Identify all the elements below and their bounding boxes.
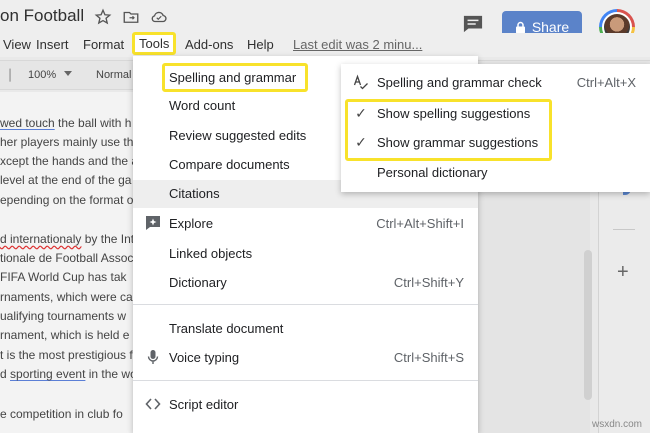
- cloud-saved-icon[interactable]: [150, 8, 168, 26]
- menu-item-label: Word count: [169, 98, 236, 113]
- grammar-suggestion-mark[interactable]: sporting event: [10, 367, 85, 381]
- menu-item-shortcut: Ctrl+Alt+Shift+I: [376, 216, 464, 231]
- spellcheck-icon: [353, 74, 368, 90]
- menu-item-label: Spelling and grammar: [169, 70, 297, 85]
- menu-help[interactable]: Help: [244, 34, 277, 55]
- menu-item-label: Explore: [169, 216, 214, 231]
- menu-separator: [133, 304, 478, 305]
- explore-icon: [146, 216, 160, 230]
- document-line: t is the most prestigious f: [0, 348, 133, 362]
- title-bar: on Football Share: [0, 0, 650, 45]
- menu-item-translate-document[interactable]: Translate document: [133, 315, 478, 343]
- submenu-item-label: Spelling and grammar check: [377, 75, 542, 90]
- menu-view[interactable]: View: [0, 34, 34, 55]
- side-divider: [613, 229, 635, 230]
- toolbar-paint-format-icon[interactable]: ▕: [2, 69, 10, 82]
- add-addon-icon[interactable]: +: [617, 261, 629, 284]
- menu-item-label: Citations: [169, 186, 220, 201]
- menu-item-label: Script editor: [169, 397, 239, 412]
- menu-item-label: Review suggested edits: [169, 128, 307, 143]
- document-line: d internationaly by the Int: [0, 232, 135, 246]
- menu-item-label: Translate document: [169, 321, 284, 336]
- document-page[interactable]: wed touch the ball with h her players mai…: [0, 92, 140, 433]
- checkmark-icon: ✓: [355, 105, 367, 121]
- submenu-item-label: Show grammar suggestions: [377, 135, 539, 150]
- document-line: rnament, which is held e: [0, 328, 130, 342]
- grammar-suggestion-mark[interactable]: wed touch: [0, 116, 55, 130]
- document-line: her players mainly use th: [0, 135, 134, 149]
- menu-separator: [133, 380, 478, 381]
- comments-icon[interactable]: [462, 14, 484, 34]
- code-icon: [145, 398, 161, 410]
- document-line: epending on the format o: [0, 193, 134, 207]
- menu-item-linked-objects[interactable]: Linked objects: [133, 240, 478, 268]
- menu-item-label: Compare documents: [169, 157, 290, 172]
- submenu-item-show-grammar[interactable]: ✓ Show grammar suggestions: [341, 128, 650, 156]
- submenu-item-spelling-check[interactable]: Spelling and grammar check Ctrl+Alt+X: [341, 68, 650, 96]
- menu-bar: View Insert Format Tools Add-ons Help La…: [0, 32, 650, 57]
- watermark: wsxdn.com: [592, 419, 643, 430]
- menu-insert[interactable]: Insert: [33, 34, 72, 55]
- menu-item-dictionary[interactable]: Dictionary Ctrl+Shift+Y: [133, 269, 478, 297]
- document-line: tionale de Football Associ: [0, 251, 137, 265]
- document-line: e competition in club fo: [0, 407, 123, 421]
- document-title[interactable]: on Football: [0, 6, 84, 26]
- microphone-icon: [147, 350, 159, 364]
- document-line: ualifying tournaments w: [0, 309, 127, 323]
- menu-tools[interactable]: Tools: [132, 32, 177, 55]
- submenu-item-personal-dictionary[interactable]: Personal dictionary: [341, 158, 650, 186]
- scrollbar[interactable]: [584, 250, 592, 400]
- spelling-error-mark[interactable]: d internationaly: [0, 232, 81, 246]
- style-select[interactable]: Normal: [96, 69, 131, 81]
- zoom-select[interactable]: 100%: [28, 69, 56, 81]
- menu-item-voice-typing[interactable]: Voice typing Ctrl+Shift+S: [133, 344, 478, 372]
- star-icon[interactable]: [94, 8, 112, 26]
- menu-item-script-editor[interactable]: Script editor: [133, 391, 478, 419]
- menu-item-shortcut: Ctrl+Shift+Y: [393, 275, 464, 290]
- submenu-item-shortcut: Ctrl+Alt+X: [576, 75, 636, 90]
- menu-format[interactable]: Format: [80, 34, 127, 55]
- document-line: xcept the hands and the a: [0, 154, 139, 168]
- document-line: rnaments, which were ca: [0, 290, 133, 304]
- menu-item-label: Voice typing: [169, 350, 240, 365]
- lock-icon: [515, 21, 525, 33]
- menu-item-label: Linked objects: [169, 246, 253, 261]
- menu-add-ons[interactable]: Add-ons: [182, 34, 236, 55]
- document-line: wed touch the ball with h: [0, 116, 132, 130]
- last-edit-link[interactable]: Last edit was 2 minu...: [293, 37, 422, 52]
- zoom-caret-icon: [64, 71, 72, 76]
- document-line: d sporting event in the wo: [0, 367, 137, 381]
- menu-item-explore[interactable]: Explore Ctrl+Alt+Shift+I: [133, 210, 478, 238]
- move-folder-icon[interactable]: [122, 8, 140, 26]
- submenu-item-show-spelling[interactable]: ✓ Show spelling suggestions: [341, 99, 650, 127]
- checkmark-icon: ✓: [355, 134, 367, 150]
- menu-item-label: Dictionary: [169, 275, 227, 290]
- spelling-submenu: Spelling and grammar check Ctrl+Alt+X ✓ …: [341, 64, 650, 192]
- submenu-item-label: Personal dictionary: [377, 165, 488, 180]
- document-line: FIFA World Cup has tak: [0, 270, 127, 284]
- menu-item-shortcut: Ctrl+Shift+S: [393, 350, 464, 365]
- document-line: level at the end of the ga: [0, 173, 132, 187]
- submenu-item-label: Show spelling suggestions: [377, 106, 531, 121]
